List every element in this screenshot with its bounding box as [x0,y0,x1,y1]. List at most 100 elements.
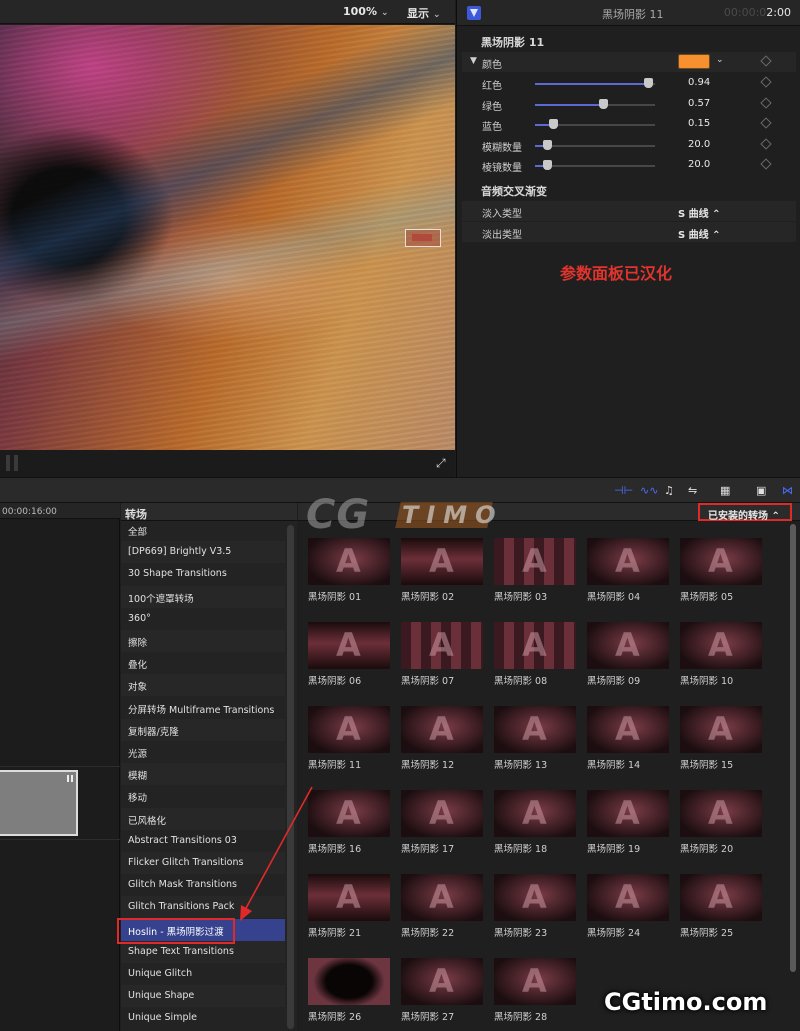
sidebar-item[interactable]: 光源 [121,741,285,763]
transition-thumbnail[interactable]: A [494,874,576,921]
sidebar-item[interactable]: 模糊 [121,763,285,786]
sidebar-item[interactable]: 100个遮罩转场 [121,585,285,608]
transitions-browser-icon[interactable]: ⋈ [782,484,793,498]
sidebar-scrollbar[interactable] [287,525,294,1029]
thumbnail-label[interactable]: 黑场阴影 18 [494,841,547,855]
thumbnail-label[interactable]: 黑场阴影 24 [587,925,640,939]
transition-thumbnail[interactable]: A [680,874,762,921]
sidebar-item[interactable]: 移动 [121,785,285,807]
thumbnail-label[interactable]: 黑场阴影 21 [308,925,361,939]
timeline-ruler[interactable]: 00:00:16:00 [0,503,120,519]
thumbnail-label[interactable]: 黑场阴影 01 [308,589,361,603]
zoom-menu[interactable]: 100% ⌄ [343,5,389,18]
thumbnail-label[interactable]: 黑场阴影 11 [308,757,361,771]
thumbnail-label[interactable]: 黑场阴影 02 [401,589,454,603]
transition-thumbnail[interactable]: A [308,790,390,837]
transition-thumbnail[interactable]: A [308,538,390,585]
fade-in-popup[interactable]: S 曲线 ⌃ [678,205,721,220]
fullscreen-icon[interactable]: ⤢ [436,457,448,469]
sidebar-item[interactable]: 对象 [121,674,285,697]
sidebar-item[interactable]: 分屏转场 Multiframe Transitions [121,697,285,719]
sidebar-item[interactable]: Unique Shape [121,985,285,1008]
sidebar-item[interactable]: Glitch Mask Transitions [121,874,285,896]
transition-thumbnail[interactable]: A [587,790,669,837]
transition-thumbnail[interactable]: A [680,706,762,753]
transition-thumbnail[interactable]: A [587,538,669,585]
timeline[interactable]: 00:00:16:00 [0,503,120,1031]
sidebar-item[interactable]: Glitch Transitions Pack [121,896,285,919]
keyframe-icon[interactable] [760,76,772,88]
color-swatch[interactable] [678,54,710,69]
thumbnail-label[interactable]: 黑场阴影 03 [494,589,547,603]
thumbnail-label[interactable]: 黑场阴影 13 [494,757,547,771]
transition-thumbnail[interactable]: A [401,538,483,585]
effects-browser-icon[interactable]: ▣ [756,484,766,498]
sidebar-item[interactable]: 复制器/克隆 [121,718,285,741]
thumbnail-label[interactable]: 黑场阴影 06 [308,673,361,687]
thumbnail-label[interactable]: 黑场阴影 23 [494,925,547,939]
thumbnail-label[interactable]: 黑场阴影 27 [401,1009,454,1023]
sidebar-item[interactable]: Abstract Transitions 03 [121,830,285,852]
param-slider[interactable] [535,160,655,170]
param-value[interactable]: 0.94 [688,77,710,88]
thumbnail-label[interactable]: 黑场阴影 25 [680,925,733,939]
param-slider[interactable] [535,98,655,109]
fade-out-popup[interactable]: S 曲线 ⌃ [678,226,721,241]
display-menu[interactable]: 显示 ⌄ [407,5,441,21]
snapping-icon[interactable]: ⊣⊢ [614,484,633,498]
param-value[interactable]: 20.0 [688,139,710,150]
sidebar-item[interactable]: 全部 [121,519,285,541]
transition-thumbnail[interactable]: A [308,874,390,921]
sidebar-item[interactable]: 已风格化 [121,807,285,830]
sidebar-item[interactable]: 叠化 [121,652,285,674]
disclosure-triangle-icon[interactable]: ▼ [470,56,477,66]
transition-thumbnail[interactable]: A [680,790,762,837]
thumbnail-label[interactable]: 黑场阴影 07 [401,673,454,687]
transition-thumbnail[interactable]: A [494,790,576,837]
param-slider[interactable] [535,78,655,88]
param-value[interactable]: 20.0 [688,159,710,170]
audio-skimming-icon[interactable]: ∿∿ [640,484,658,498]
keyframe-icon[interactable] [760,137,772,150]
thumbnail-label[interactable]: 黑场阴影 22 [401,925,454,939]
transition-thumbnail[interactable]: A [494,538,576,585]
thumbnail-label[interactable]: 黑场阴影 14 [587,757,640,771]
transition-thumbnail[interactable] [308,958,390,1005]
headphones-icon[interactable]: ♫ [664,484,674,498]
viewer-canvas[interactable] [0,25,455,450]
pause-bar-icon[interactable] [14,455,18,471]
slider-knob[interactable] [599,98,609,109]
slider-knob[interactable] [543,160,552,170]
param-slider[interactable] [535,139,655,150]
thumbnail-label[interactable]: 黑场阴影 09 [587,673,640,687]
clip-handle-icon[interactable] [67,775,73,782]
keyframe-icon[interactable] [760,96,772,109]
param-slider[interactable] [535,119,655,129]
slider-knob[interactable] [549,119,558,129]
sidebar-item[interactable]: 360° [121,608,285,630]
transition-thumbnail[interactable]: A [494,706,576,753]
sidebar-item[interactable]: Flicker Glitch Transitions [121,852,285,874]
thumbnail-label[interactable]: 黑场阴影 08 [494,673,547,687]
thumbnail-label[interactable]: 黑场阴影 10 [680,673,733,687]
thumbnail-label[interactable]: 黑场阴影 28 [494,1009,547,1023]
thumbnail-label[interactable]: 黑场阴影 20 [680,841,733,855]
thumbnail-label[interactable]: 黑场阴影 04 [587,589,640,603]
sidebar-item[interactable]: Unique Simple [121,1007,285,1029]
param-value[interactable]: 0.57 [688,98,710,109]
keyframe-icon[interactable] [760,55,772,67]
param-value[interactable]: 0.15 [688,118,710,129]
sidebar-item[interactable]: [DP669] Brightly V3.5 [121,541,285,564]
transition-thumbnail[interactable]: A [680,538,762,585]
thumbnail-label[interactable]: 黑场阴影 15 [680,757,733,771]
transition-thumbnail[interactable]: A [587,706,669,753]
browser-scrollbar[interactable] [790,524,796,972]
keyframe-icon[interactable] [760,117,772,129]
thumbnail-label[interactable]: 黑场阴影 26 [308,1009,361,1023]
slider-knob[interactable] [643,78,653,88]
transition-thumbnail[interactable]: A [494,958,576,1005]
transition-thumbnail[interactable]: A [680,622,762,669]
transition-thumbnail[interactable]: A [494,622,576,669]
transition-thumbnail[interactable]: A [587,622,669,669]
pause-bar-icon[interactable] [6,455,10,471]
